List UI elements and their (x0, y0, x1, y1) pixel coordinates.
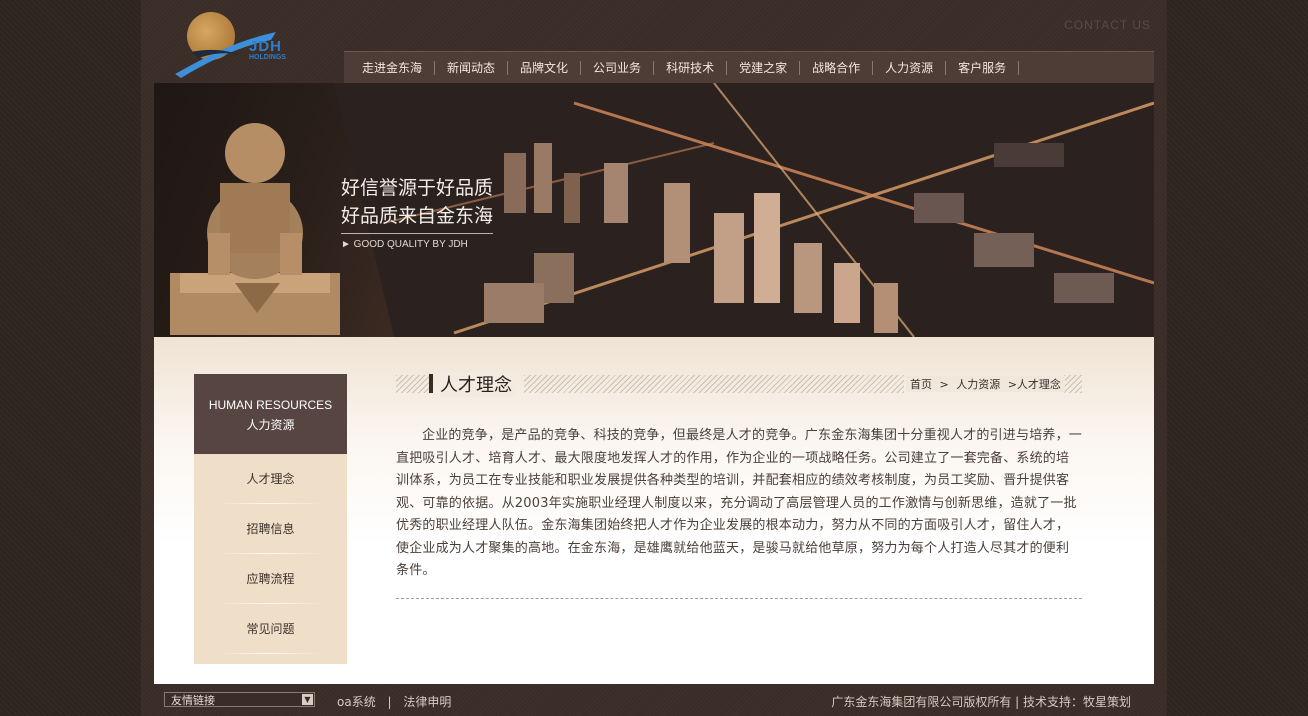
breadcrumb: 首页 > 人力资源 >人才理念 (906, 376, 1065, 392)
banner-divider (341, 233, 493, 234)
jdh-logo[interactable]: JDH HOLDINGS (171, 8, 311, 78)
site-header: JDH HOLDINGS CONTACT US 走进金东海 新闻动态 品牌文化 … (141, 0, 1167, 83)
breadcrumb-current: >人才理念 (1007, 378, 1061, 391)
banner-subtitle: ► GOOD QUALITY BY JDH (341, 239, 468, 250)
nav-item-news[interactable]: 新闻动态 (435, 59, 507, 76)
section-title-bar: 人才理念 首页 > 人力资源 >人才理念 (396, 371, 1082, 397)
article-body: 企业的竞争，是产品的竞争、科技的竞争，但最终是人才的竞争。广东金东海集团十分重视… (396, 428, 1083, 578)
nav-item-service[interactable]: 客户服务 (946, 59, 1018, 76)
nav-divider (1018, 60, 1020, 75)
sidebar-item-faq[interactable]: 常见问题 (194, 604, 347, 654)
sidebar-item-recruitment[interactable]: 招聘信息 (194, 504, 347, 554)
sidebar-title-cn: 人力资源 (246, 418, 295, 432)
friend-links-select[interactable]: 友情链接 ▼ (164, 692, 315, 707)
banner-slogan-line1: 好信誉源于好品质 (341, 177, 494, 199)
sidebar-menu: 人才理念 招聘信息 应聘流程 常见问题 (194, 454, 347, 664)
chevron-down-icon[interactable]: ▼ (302, 694, 313, 705)
hero-banner: 好信誉源于好品质 好品质来自金东海 ► GOOD QUALITY BY JDH (154, 83, 1154, 337)
select-value: 友情链接 (171, 694, 215, 707)
title-hatch-left (396, 375, 429, 393)
title-hatch-middle (524, 375, 904, 393)
sidebar-item-talent-concept[interactable]: 人才理念 (194, 454, 347, 504)
main-nav: 走进金东海 新闻动态 品牌文化 公司业务 科研技术 党建之家 战略合作 人力资源… (344, 51, 1154, 83)
page-frame: JDH HOLDINGS CONTACT US 走进金东海 新闻动态 品牌文化 … (141, 0, 1167, 716)
sidebar-item-application-process[interactable]: 应聘流程 (194, 554, 347, 604)
sidebar-header: HUMAN RESOURCES 人力资源 (194, 374, 347, 454)
footer-link-oa[interactable]: oa系统 (337, 695, 376, 709)
breadcrumb-home[interactable]: 首页 (910, 378, 932, 391)
footer-links: oa系统 | 法律申明 (337, 693, 459, 710)
footer-link-legal[interactable]: 法律申明 (403, 695, 451, 709)
lion-statue-image (170, 123, 340, 335)
footer-separator: | (387, 695, 392, 709)
site-footer: 友情链接 ▼ oa系统 | 法律申明 广东金东海集团有限公司版权所有 | 技术支… (141, 684, 1167, 716)
content-divider (396, 598, 1082, 599)
sidebar-title-en: HUMAN RESOURCES (208, 398, 333, 412)
nav-item-business[interactable]: 公司业务 (581, 59, 653, 76)
copyright-text: 广东金东海集团有限公司版权所有 | 技术支持：牧星策划 (831, 695, 1131, 709)
nav-item-brand[interactable]: 品牌文化 (508, 59, 580, 76)
logo-subtext: HOLDINGS (249, 54, 286, 61)
breadcrumb-hr[interactable]: 人力资源 (956, 378, 1000, 391)
nav-item-party[interactable]: 党建之家 (727, 59, 799, 76)
title-hatch-right (1064, 375, 1082, 393)
content-area: HUMAN RESOURCES 人力资源 人才理念 招聘信息 应聘流程 常见问题… (154, 337, 1154, 684)
nav-item-hr[interactable]: 人力资源 (873, 59, 945, 76)
page-title: 人才理念 (440, 371, 516, 397)
nav-item-about[interactable]: 走进金东海 (350, 59, 434, 76)
contact-us-link[interactable]: CONTACT US (1064, 18, 1151, 32)
nav-item-research[interactable]: 科研技术 (654, 59, 726, 76)
logo-text: JDH (249, 38, 283, 55)
breadcrumb-separator: > (939, 378, 949, 391)
title-marker (429, 374, 433, 393)
nav-item-partners[interactable]: 战略合作 (800, 59, 872, 76)
banner-slogan-line2: 好品质来自金东海 (341, 205, 494, 227)
